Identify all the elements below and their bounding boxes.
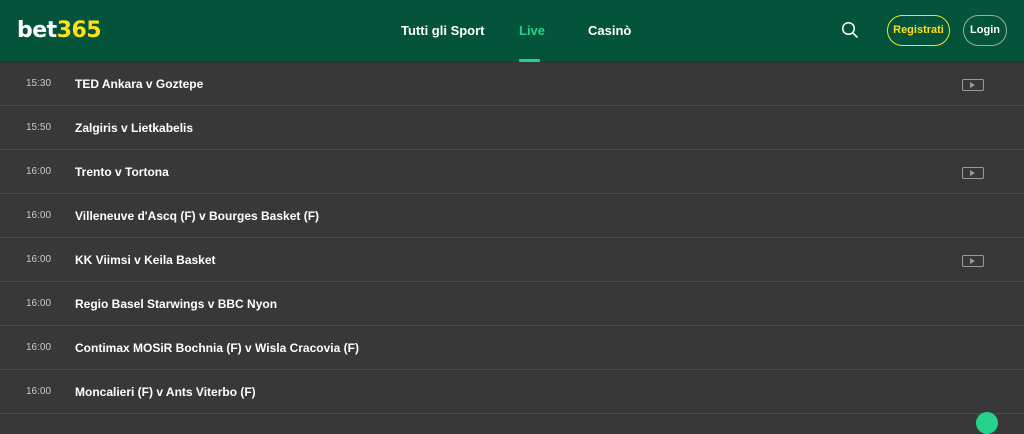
- match-row[interactable]: 16:00 KK Viimsi v Keila Basket: [0, 238, 1024, 282]
- nav-live[interactable]: Live: [519, 0, 545, 62]
- match-time: 15:50: [26, 122, 52, 133]
- match-time: 15:30: [26, 78, 52, 89]
- match-teams: Contimax MOSiR Bochnia (F) v Wisla Craco…: [75, 341, 359, 355]
- match-teams: Zalgiris v Lietkabelis: [75, 121, 194, 135]
- logo-part-bet: bet: [17, 18, 57, 43]
- match-time: 16:00: [26, 298, 52, 309]
- match-row[interactable]: 16:00 Contimax MOSiR Bochnia (F) v Wisla …: [0, 326, 1024, 370]
- login-button[interactable]: Login: [963, 15, 1007, 46]
- match-row[interactable]: 15:30 TED Ankara v Goztepe: [0, 62, 1024, 106]
- match-time: 16:00: [26, 254, 52, 265]
- logo-part-365: 365: [56, 18, 102, 43]
- match-teams: Villeneuve d'Ascq (F) v Bourges Basket (…: [75, 209, 320, 223]
- live-stream-icon[interactable]: [962, 167, 984, 179]
- match-row[interactable]: 16:00 Trento v Tortona: [0, 150, 1024, 194]
- top-header: bet365 Tutti gli Sport Live Casinò Regis…: [0, 0, 1024, 62]
- register-button[interactable]: Registrati: [887, 15, 950, 46]
- nav-casino[interactable]: Casinò: [588, 0, 631, 62]
- nav-all-sports[interactable]: Tutti gli Sport: [401, 0, 485, 62]
- match-row[interactable]: 16:00 Moncalieri (F) v Ants Viterbo (F): [0, 370, 1024, 414]
- live-stream-icon[interactable]: [962, 79, 984, 91]
- match-row[interactable]: 15:50 Zalgiris v Lietkabelis: [0, 106, 1024, 150]
- match-time: 16:00: [26, 210, 52, 221]
- search-icon[interactable]: [840, 20, 860, 40]
- match-list: 15:30 TED Ankara v Goztepe 15:50 Zalgiris v…: [0, 62, 1024, 414]
- match-teams: KK Viimsi v Keila Basket: [75, 253, 216, 267]
- bet365-logo[interactable]: bet365: [17, 16, 102, 46]
- match-teams: Regio Basel Starwings v BBC Nyon: [75, 297, 278, 311]
- match-row[interactable]: 16:00 Regio Basel Starwings v BBC Nyon: [0, 282, 1024, 326]
- match-time: 16:00: [26, 386, 52, 397]
- match-time: 16:00: [26, 342, 52, 353]
- match-time: 16:00: [26, 166, 52, 177]
- match-teams: Trento v Tortona: [75, 165, 169, 179]
- live-stream-icon[interactable]: [962, 255, 984, 267]
- match-teams: Moncalieri (F) v Ants Viterbo (F): [75, 385, 256, 399]
- match-row[interactable]: 16:00 Villeneuve d'Ascq (F) v Bourges Bas…: [0, 194, 1024, 238]
- match-teams: TED Ankara v Goztepe: [75, 77, 204, 91]
- floating-action-button[interactable]: [976, 412, 998, 434]
